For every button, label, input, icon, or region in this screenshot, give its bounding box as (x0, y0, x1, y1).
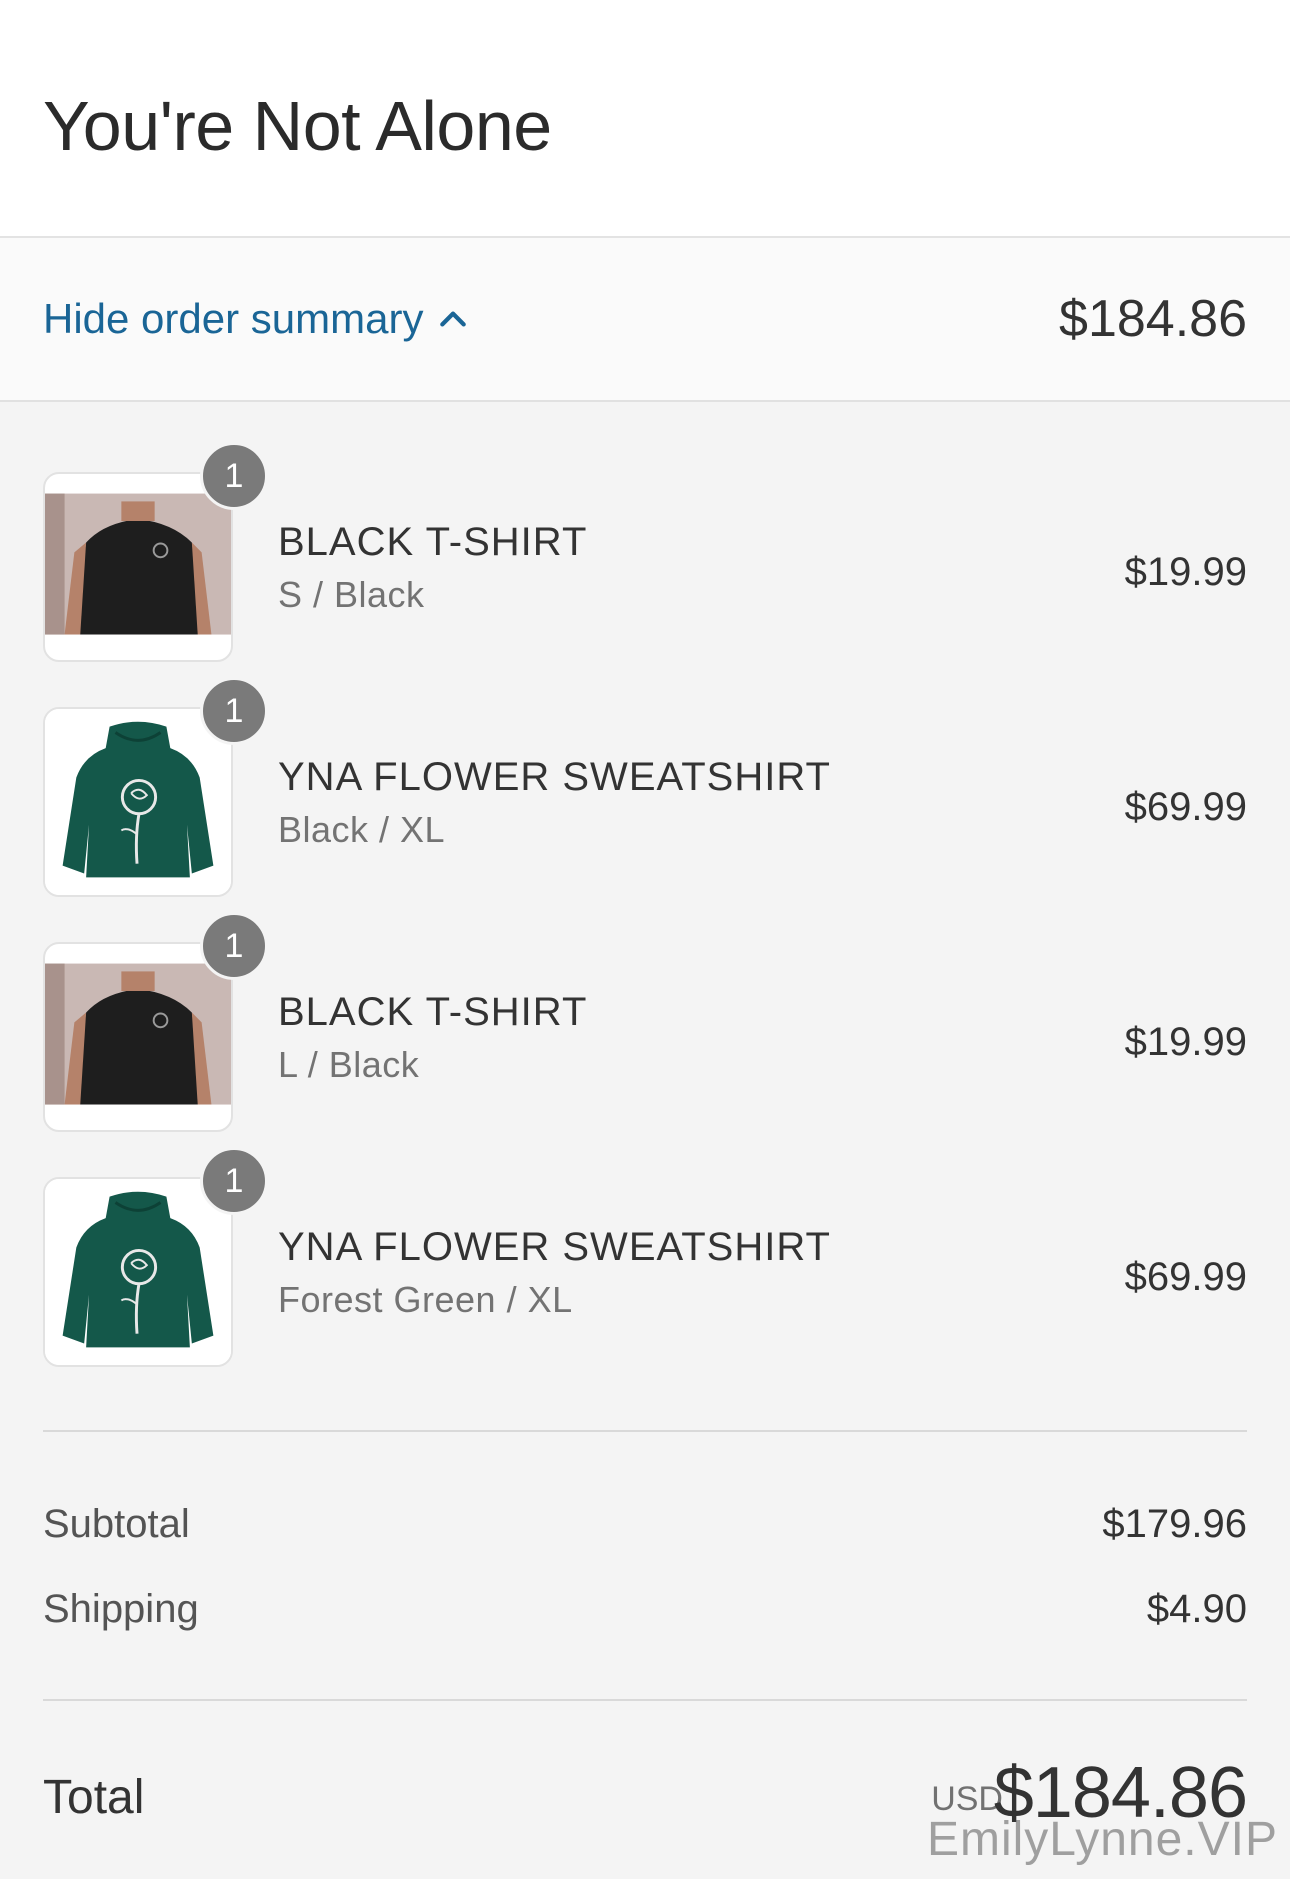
quantity-badge: 1 (200, 677, 268, 745)
item-price: $69.99 (1124, 1255, 1247, 1299)
line-item: 1 YNA FLOWER SWEATSHIRT Black / XL $69.9… (0, 669, 1290, 904)
item-price: $19.99 (1124, 550, 1247, 594)
product-thumbnail (43, 707, 233, 897)
item-name: YNA FLOWER SWEATSHIRT (278, 755, 831, 799)
item-name: BLACK T-SHIRT (278, 990, 588, 1034)
green-hoodie-image (45, 709, 231, 895)
black-tshirt-image (45, 493, 231, 635)
line-item: 1 BLACK T-SHIRT L / Black $19.99 (0, 904, 1290, 1139)
product-thumbnail (43, 1177, 233, 1367)
hide-order-summary-toggle[interactable]: Hide order summary (43, 295, 469, 343)
product-thumbnail (43, 942, 233, 1132)
chevron-up-icon[interactable] (437, 303, 469, 335)
totals-divider (43, 1699, 1247, 1701)
product-thumbnail (43, 472, 233, 662)
summary-bar-total: $184.86 (1059, 290, 1247, 348)
shipping-label: Shipping (43, 1587, 199, 1631)
green-hoodie-image (45, 1179, 231, 1365)
subtotal-value: $179.96 (1102, 1502, 1247, 1546)
quantity-badge: 1 (200, 1147, 268, 1215)
store-header: You're Not Alone (0, 0, 1290, 238)
toggle-label[interactable]: Hide order summary (43, 295, 423, 343)
total-label: Total (43, 1771, 145, 1824)
line-item: 1 BLACK T-SHIRT S / Black $19.99 (0, 434, 1290, 669)
watermark: EmilyLynne.VIP (926, 1813, 1278, 1866)
subtotal-label: Subtotal (43, 1502, 190, 1546)
items-divider (43, 1430, 1247, 1432)
black-tshirt-image (45, 963, 231, 1105)
quantity-badge: 1 (200, 442, 268, 510)
item-name: YNA FLOWER SWEATSHIRT (278, 1225, 831, 1269)
item-variant: L / Black (278, 1044, 420, 1085)
item-name: BLACK T-SHIRT (278, 520, 588, 564)
item-price: $19.99 (1124, 1020, 1247, 1064)
item-price: $69.99 (1124, 785, 1247, 829)
order-summary-bar[interactable]: Hide order summary $184.86 (0, 238, 1290, 402)
item-variant: Black / XL (278, 809, 446, 850)
line-items-list: 1 BLACK T-SHIRT S / Black $19.99 1 YNA F… (0, 402, 1290, 1374)
shipping-value: $4.90 (1146, 1587, 1247, 1631)
line-item: 1 YNA FLOWER SWEATSHIRT Forest Green / X… (0, 1139, 1290, 1374)
item-variant: S / Black (278, 574, 425, 615)
store-title[interactable]: You're Not Alone (43, 86, 552, 166)
item-variant: Forest Green / XL (278, 1279, 573, 1320)
quantity-badge: 1 (200, 912, 268, 980)
